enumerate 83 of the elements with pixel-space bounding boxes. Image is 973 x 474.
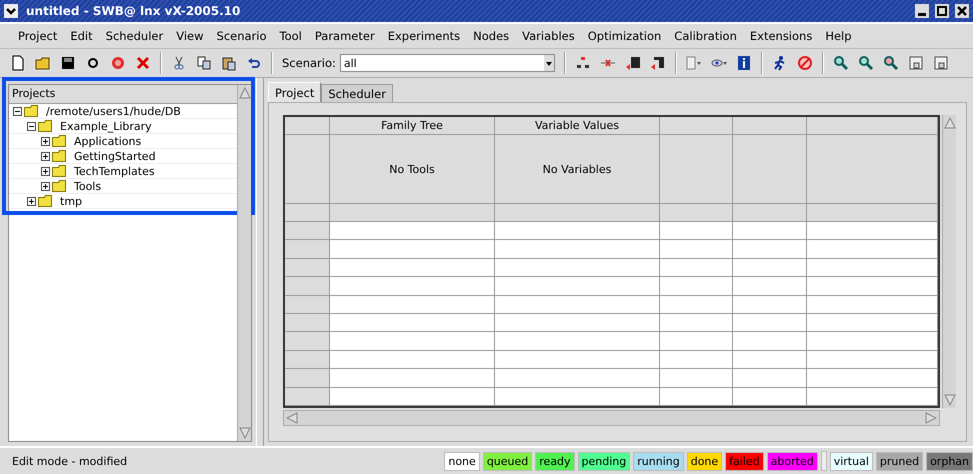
status-legend-tag: none <box>444 452 480 470</box>
expand-icon[interactable] <box>41 152 50 160</box>
tree-item[interactable]: GettingStarted <box>74 150 156 162</box>
window-icon[interactable] <box>932 55 949 71</box>
menu-item[interactable]: Extensions <box>750 29 812 43</box>
status-legend-tag: orphan <box>926 452 973 470</box>
paste-icon[interactable] <box>221 55 237 71</box>
expand-icon[interactable] <box>41 182 50 190</box>
status-legend-tag: failed <box>725 452 764 470</box>
column-header: Projects <box>9 85 238 104</box>
maximize-icon[interactable] <box>935 4 949 18</box>
tree-item[interactable]: Tools <box>74 180 102 192</box>
window-menu-icon[interactable] <box>4 4 18 18</box>
new-file-icon[interactable] <box>10 55 26 71</box>
menu-item[interactable]: Variables <box>522 29 575 43</box>
tree-item[interactable]: Applications <box>74 134 142 148</box>
tree-item[interactable]: tmp <box>60 194 82 208</box>
info-icon[interactable] <box>736 55 752 71</box>
zoom-in-icon[interactable] <box>832 55 849 71</box>
menu-item[interactable]: Help <box>825 29 852 43</box>
expand-icon[interactable] <box>41 136 50 146</box>
tab[interactable]: Project <box>268 82 322 102</box>
tree-item[interactable]: TechTemplates <box>74 164 155 178</box>
nodes-icon[interactable] <box>574 55 591 71</box>
collapse-icon[interactable] <box>13 106 22 116</box>
scroll-down-icon[interactable] <box>238 427 251 439</box>
no-entry-icon[interactable] <box>796 55 813 71</box>
open-folder-icon[interactable] <box>35 55 51 71</box>
status-text: Edit mode - modified <box>12 454 128 468</box>
status-legend-tag: queued <box>482 452 532 470</box>
legend-separator <box>820 451 827 471</box>
scroll-up-icon[interactable] <box>944 117 956 129</box>
table-cell: No Variables <box>542 162 612 176</box>
scenario-dropdown[interactable]: all <box>340 54 555 72</box>
scrollbar[interactable] <box>237 85 252 441</box>
scroll-up-icon[interactable] <box>238 87 251 99</box>
scroll-left-icon[interactable] <box>286 412 298 424</box>
menu-item[interactable]: Project <box>18 29 58 43</box>
table-cell: No Tools <box>389 162 435 176</box>
tree-item[interactable]: /remote/users1/hude/DB <box>46 104 181 118</box>
save-icon[interactable] <box>60 55 76 71</box>
delete-icon[interactable] <box>135 55 151 71</box>
caret-icon[interactable] <box>544 55 554 71</box>
splitter-handle[interactable] <box>256 78 264 446</box>
status-legend-tag: running <box>633 452 684 470</box>
close-icon[interactable] <box>955 4 969 18</box>
column-header: Family Tree <box>381 119 443 132</box>
page-dropdown-icon[interactable] <box>686 55 702 71</box>
collapse-icon[interactable] <box>27 122 36 130</box>
scrollbar[interactable] <box>283 410 940 426</box>
column-header: Variable Values <box>535 119 619 132</box>
scenario-label: Scenario: <box>282 56 336 70</box>
expand-icon[interactable] <box>41 166 50 176</box>
status-legend-tag: pruned <box>876 452 924 470</box>
menu-item[interactable]: Edit <box>70 29 93 43</box>
zoom-fit-icon[interactable] <box>882 55 899 71</box>
zoom-out-icon[interactable] <box>858 55 874 71</box>
menu-item[interactable]: Experiments <box>388 29 460 43</box>
scroll-right-icon[interactable] <box>925 412 937 424</box>
menu-item[interactable]: Scheduler <box>106 29 164 43</box>
expand-icon[interactable] <box>27 196 36 206</box>
menu-item[interactable]: View <box>176 29 204 43</box>
status-legend-tag: pending <box>578 452 630 470</box>
menu-item[interactable]: Tool <box>280 29 302 43</box>
window-icon[interactable] <box>908 55 924 71</box>
status-legend-tag: done <box>686 452 722 470</box>
status-legend-tag: virtual <box>830 452 873 470</box>
status-legend-tag: aborted <box>766 452 818 470</box>
menu-item[interactable]: Parameter <box>314 29 375 43</box>
window-title: untitled - SWB@ lnx vX-2005.10 <box>26 4 240 18</box>
tab[interactable]: Scheduler <box>321 84 393 102</box>
menu-item[interactable]: Scenario <box>216 29 267 43</box>
menu-item[interactable]: Nodes <box>473 29 510 43</box>
minimize-icon[interactable] <box>915 4 929 18</box>
menu-item[interactable]: Calibration <box>674 29 737 43</box>
undo-icon[interactable] <box>246 55 262 71</box>
tree-item[interactable]: Example_Library <box>60 120 152 132</box>
status-legend-tag: ready <box>535 452 575 470</box>
scrollbar[interactable] <box>942 115 956 408</box>
stop-icon[interactable] <box>110 55 126 71</box>
menu-item[interactable]: Optimization <box>588 29 662 43</box>
scroll-down-icon[interactable] <box>944 394 956 406</box>
copy-icon[interactable] <box>196 55 212 71</box>
